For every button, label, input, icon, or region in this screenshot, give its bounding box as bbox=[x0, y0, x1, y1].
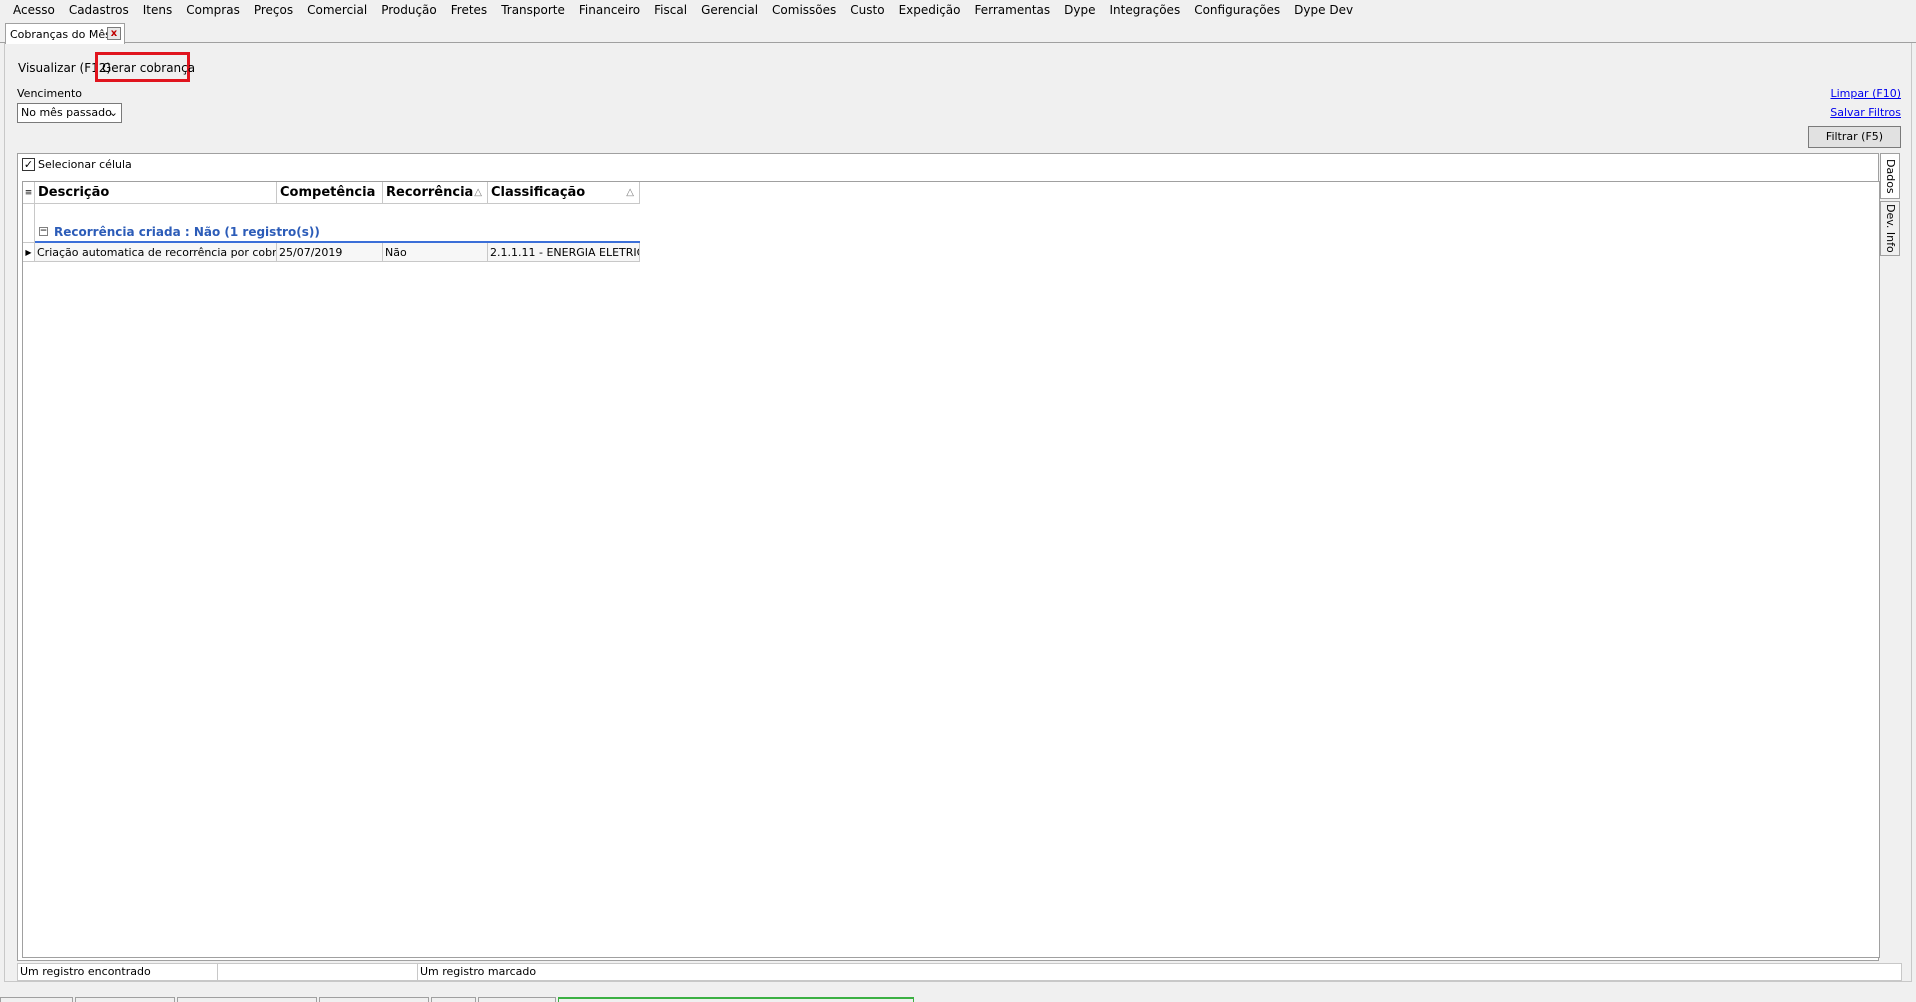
cell-recorrencia[interactable]: Não bbox=[383, 243, 488, 262]
limpar-link[interactable]: Limpar (F10) bbox=[1830, 87, 1901, 100]
menu-transporte[interactable]: Transporte bbox=[494, 0, 572, 20]
selecionar-celula-row: ✓ Selecionar célula bbox=[22, 158, 132, 171]
grid-header: ≡ Descrição Competência Recorrência △ Cla… bbox=[23, 182, 640, 204]
bottom-taskbar bbox=[0, 997, 1916, 1002]
side-tab-dados[interactable]: Dados bbox=[1880, 153, 1900, 199]
column-label: Recorrência bbox=[386, 185, 474, 200]
status-marked: Um registro marcado bbox=[420, 965, 537, 978]
side-tab-dev-info[interactable]: Dev. Info bbox=[1880, 201, 1900, 256]
group-area: − Recorrência criada : Não (1 registro(s… bbox=[23, 204, 640, 243]
status-found: Um registro encontrado bbox=[18, 964, 218, 980]
column-header-competencia[interactable]: Competência bbox=[277, 182, 383, 204]
group-row[interactable]: − Recorrência criada : Não (1 registro(s… bbox=[35, 222, 640, 243]
taskbar-slot[interactable] bbox=[75, 997, 175, 1002]
filtrar-button[interactable]: Filtrar (F5) bbox=[1808, 126, 1901, 148]
tab-strip: Cobranças do Mês x bbox=[0, 21, 1916, 44]
sort-icon: △ bbox=[626, 187, 634, 198]
menu-compras[interactable]: Compras bbox=[179, 0, 247, 20]
cell-classificacao[interactable]: 2.1.1.11 - ENERGIA ELETRICA bbox=[488, 243, 640, 262]
selecionar-celula-checkbox[interactable]: ✓ bbox=[22, 158, 35, 171]
menu-acesso[interactable]: Acesso bbox=[6, 0, 62, 20]
menu-configuracoes[interactable]: Configurações bbox=[1187, 0, 1287, 20]
vencimento-value: No mês passado bbox=[21, 106, 112, 119]
column-label: Competência bbox=[280, 185, 376, 200]
menu-cadastros[interactable]: Cadastros bbox=[62, 0, 136, 20]
cell-descricao[interactable]: Criação automatica de recorrência por co… bbox=[35, 243, 277, 262]
menu-dype-dev[interactable]: Dype Dev bbox=[1287, 0, 1360, 20]
data-grid: ≡ Descrição Competência Recorrência △ Cla… bbox=[22, 181, 1880, 958]
sort-icon: △ bbox=[474, 187, 482, 198]
menu-dype[interactable]: Dype bbox=[1057, 0, 1102, 20]
tab-cobrancas-do-mes[interactable]: Cobranças do Mês x bbox=[5, 23, 125, 44]
row-indicator-icon: ▶ bbox=[23, 243, 35, 262]
column-header-recorrencia[interactable]: Recorrência △ bbox=[383, 182, 488, 204]
menu-precos[interactable]: Preços bbox=[247, 0, 300, 20]
menu-bar: Acesso Cadastros Itens Compras Preços Co… bbox=[0, 0, 1916, 20]
cell-competencia[interactable]: 25/07/2019 bbox=[277, 243, 383, 262]
menu-comercial[interactable]: Comercial bbox=[300, 0, 374, 20]
collapse-icon[interactable]: − bbox=[39, 227, 48, 236]
tab-title: Cobranças do Mês bbox=[10, 27, 111, 41]
column-label: Classificação bbox=[491, 185, 586, 200]
taskbar-slot[interactable] bbox=[0, 997, 73, 1002]
group-label: Recorrência criada : Não (1 registro(s)) bbox=[54, 224, 320, 239]
chevron-down-icon: ⌄ bbox=[108, 106, 118, 119]
status-bar: Um registro encontrado Um registro marca… bbox=[17, 963, 1902, 981]
taskbar-slot[interactable] bbox=[177, 997, 317, 1002]
selecionar-celula-label: Selecionar célula bbox=[38, 158, 132, 171]
menu-ferramentas[interactable]: Ferramentas bbox=[968, 0, 1058, 20]
data-panel: ✓ Selecionar célula ≡ Descrição Competên… bbox=[17, 153, 1880, 961]
close-icon[interactable]: x bbox=[107, 27, 121, 40]
taskbar-slot[interactable] bbox=[319, 997, 429, 1002]
group-indicator bbox=[23, 204, 35, 243]
menu-fretes[interactable]: Fretes bbox=[444, 0, 494, 20]
menu-custo[interactable]: Custo bbox=[843, 0, 891, 20]
salvar-filtros-link[interactable]: Salvar Filtros bbox=[1830, 106, 1901, 119]
menu-integracoes[interactable]: Integrações bbox=[1102, 0, 1187, 20]
table-row[interactable]: ▶ Criação automatica de recorrência por … bbox=[23, 243, 640, 262]
gerar-cobranca-button[interactable]: Gerar cobrança bbox=[95, 52, 195, 82]
column-chooser-icon[interactable]: ≡ bbox=[23, 182, 35, 204]
column-header-descricao[interactable]: Descrição bbox=[35, 182, 277, 204]
menu-financeiro[interactable]: Financeiro bbox=[572, 0, 647, 20]
menu-gerencial[interactable]: Gerencial bbox=[694, 0, 765, 20]
menu-itens[interactable]: Itens bbox=[136, 0, 179, 20]
vencimento-select[interactable]: No mês passado ⌄ bbox=[17, 103, 122, 123]
taskbar-slot[interactable] bbox=[478, 997, 556, 1002]
menu-fiscal[interactable]: Fiscal bbox=[647, 0, 694, 20]
menu-producao[interactable]: Produção bbox=[374, 0, 444, 20]
status-middle bbox=[218, 964, 418, 980]
column-header-classificacao[interactable]: Classificação △ bbox=[488, 182, 640, 204]
taskbar-progress bbox=[558, 997, 914, 1002]
taskbar-slot[interactable] bbox=[431, 997, 476, 1002]
vencimento-label: Vencimento bbox=[17, 87, 83, 100]
menu-comissoes[interactable]: Comissões bbox=[765, 0, 843, 20]
menu-expedicao[interactable]: Expedição bbox=[892, 0, 968, 20]
column-label: Descrição bbox=[38, 185, 110, 200]
